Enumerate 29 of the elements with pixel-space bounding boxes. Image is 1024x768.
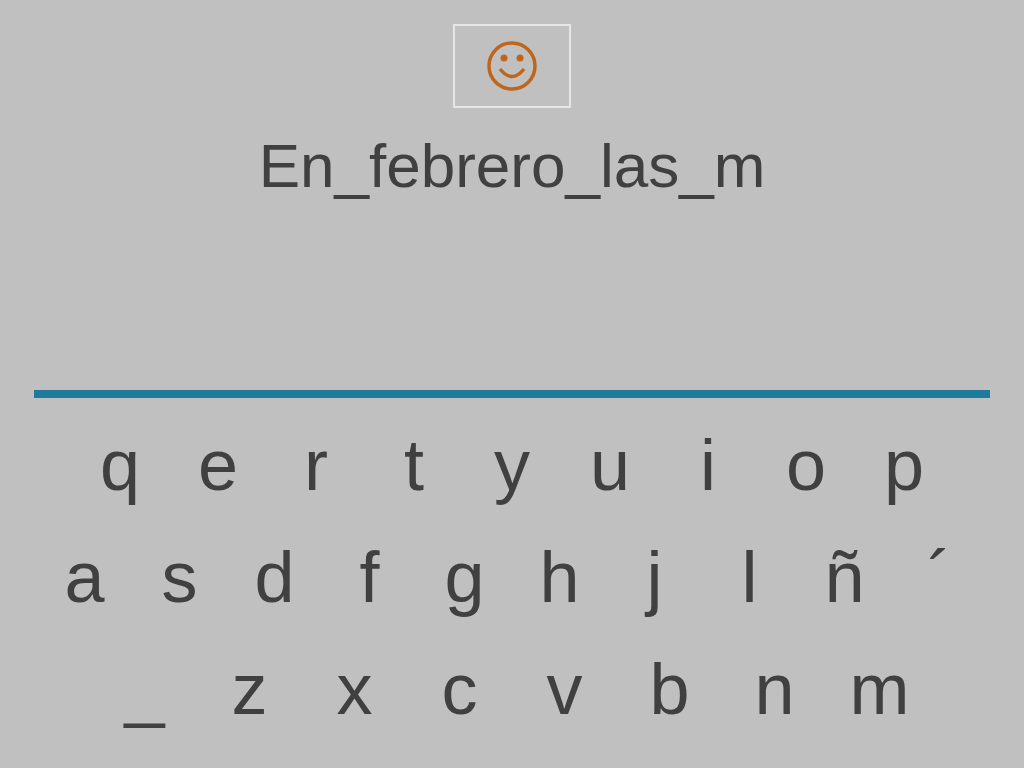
letter-key[interactable]: h [522, 532, 597, 622]
letter-key[interactable]: g [427, 532, 502, 622]
smiley-icon [486, 40, 538, 92]
letter-key[interactable]: j [617, 532, 692, 622]
letter-key[interactable]: e [179, 420, 257, 510]
letter-key[interactable]: z [207, 644, 292, 734]
letter-key[interactable]: ñ [807, 532, 882, 622]
letter-key[interactable]: n [732, 644, 817, 734]
letter-key[interactable]: q [81, 420, 159, 510]
letter-key[interactable]: ´ [902, 532, 977, 622]
letter-key[interactable]: x [312, 644, 397, 734]
letter-key[interactable]: m [837, 644, 922, 734]
letter-key[interactable]: s [142, 532, 217, 622]
letter-key[interactable]: b [627, 644, 712, 734]
letter-key[interactable]: f [332, 532, 407, 622]
letter-key[interactable]: r [277, 420, 355, 510]
letter-key[interactable]: u [571, 420, 649, 510]
letter-key[interactable]: y [473, 420, 551, 510]
letter-key[interactable]: _ [102, 644, 187, 734]
letter-key[interactable]: a [47, 532, 122, 622]
letter-key[interactable]: o [767, 420, 845, 510]
letter-key[interactable]: d [237, 532, 312, 622]
sentence-text: En_febrero_las_m [258, 130, 766, 202]
letter-key[interactable]: t [375, 420, 453, 510]
letter-key[interactable]: c [417, 644, 502, 734]
letter-key[interactable]: v [522, 644, 607, 734]
letter-key[interactable]: l [712, 532, 787, 622]
letter-key[interactable]: i [669, 420, 747, 510]
letter-key[interactable]: p [865, 420, 943, 510]
